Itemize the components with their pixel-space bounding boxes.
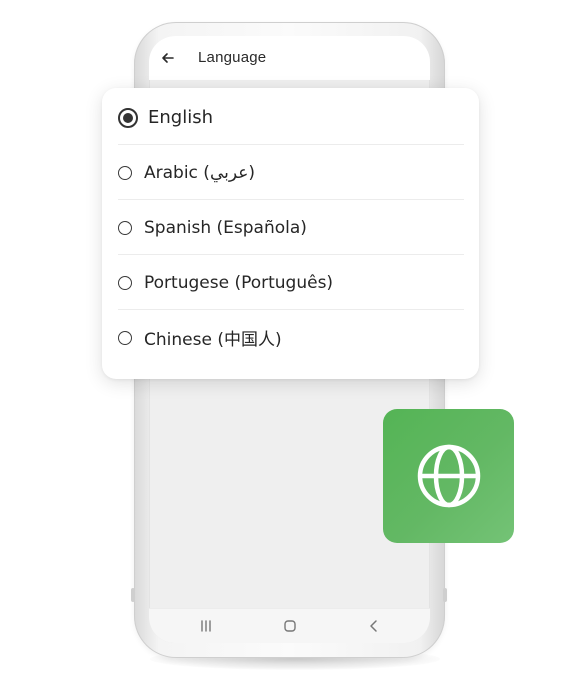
phone-side-button — [443, 588, 447, 602]
language-list: English Arabic (عربي) Spanish (Española)… — [102, 88, 479, 379]
radio-selected[interactable] — [118, 107, 138, 128]
radio-unselected[interactable] — [118, 330, 132, 345]
language-option-arabic[interactable]: Arabic (عربي) — [118, 145, 464, 200]
language-label: Arabic (عربي) — [144, 162, 256, 183]
radio-unselected[interactable] — [118, 165, 132, 180]
language-label: English — [148, 107, 213, 128]
language-label: Portugese (Português) — [144, 272, 334, 293]
arrow-left-icon[interactable] — [159, 49, 177, 67]
language-option-portuguese[interactable]: Portugese (Português) — [118, 255, 464, 310]
phone-side-button — [131, 588, 135, 602]
system-nav-bar — [149, 608, 430, 643]
page-title: Language — [198, 49, 267, 66]
radio-unselected[interactable] — [118, 220, 132, 235]
back-icon[interactable] — [365, 617, 383, 635]
language-label: Spanish (Española) — [144, 217, 307, 238]
language-option-chinese[interactable]: Chinese (中国人) — [118, 310, 464, 365]
language-label: Chinese (中国人) — [144, 330, 282, 350]
stage: Language English Arabic (عربي) Spanish (… — [0, 0, 580, 680]
home-icon[interactable] — [281, 617, 299, 635]
language-option-english[interactable]: English — [118, 90, 464, 145]
globe-badge — [383, 409, 514, 543]
radio-unselected[interactable] — [118, 275, 132, 290]
language-option-spanish[interactable]: Spanish (Española) — [118, 200, 464, 255]
app-bar: Language — [149, 36, 430, 80]
globe-icon — [417, 444, 480, 508]
recent-apps-icon[interactable] — [197, 617, 215, 635]
